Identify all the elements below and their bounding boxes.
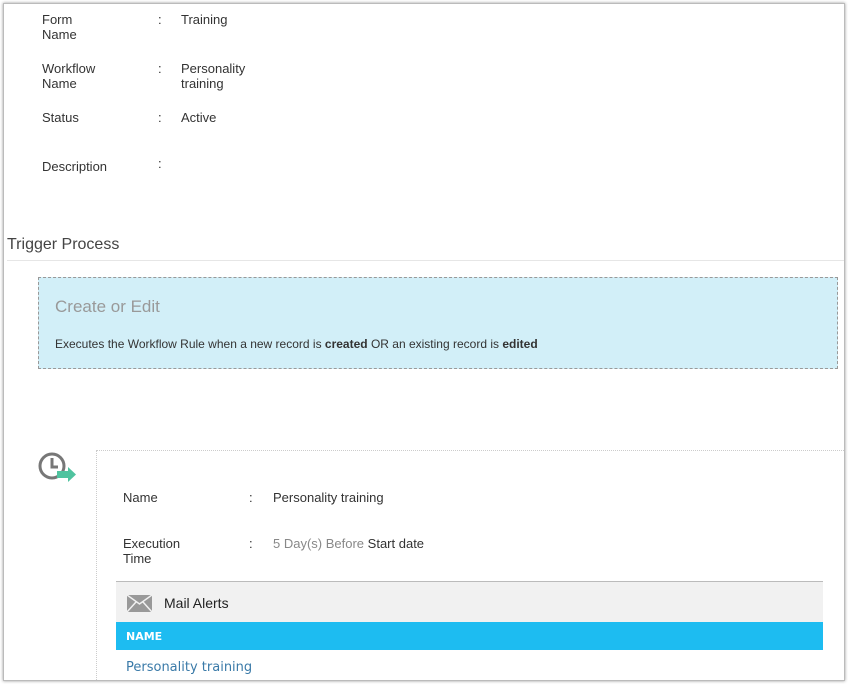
detail-colon: : xyxy=(158,12,162,27)
action-label: Execution Time xyxy=(123,536,181,566)
detail-value: Active xyxy=(181,110,217,125)
mail-alerts-header: Mail Alerts xyxy=(116,581,823,622)
workflow-detail-window: Form Name : Training Workflow Name : Per… xyxy=(3,3,845,681)
detail-label: Form Name xyxy=(42,12,77,42)
mail-alerts-title: Mail Alerts xyxy=(164,595,229,611)
desc-text: Executes the Workflow Rule when a new re… xyxy=(55,337,325,351)
trigger-description: Executes the Workflow Rule when a new re… xyxy=(55,337,538,351)
action-value: 5 Day(s) Before Start date xyxy=(273,536,424,551)
detail-value: Personality training xyxy=(181,61,246,91)
action-label: Name xyxy=(123,490,158,505)
detail-label: Status xyxy=(42,110,79,125)
action-colon: : xyxy=(249,490,253,505)
scheduled-action-panel: Name : Personality training Execution Ti… xyxy=(96,450,844,680)
mail-table-header-name: NAME xyxy=(116,622,823,650)
envelope-icon xyxy=(126,594,153,617)
detail-value: Training xyxy=(181,12,228,27)
detail-label: Workflow Name xyxy=(42,61,96,91)
detail-colon: : xyxy=(158,110,162,125)
mail-alert-link[interactable]: Personality training xyxy=(126,660,252,675)
desc-bold: created xyxy=(324,337,368,351)
trigger-process-heading: Trigger Process xyxy=(7,236,120,253)
exec-offset: 5 Day(s) Before xyxy=(273,536,365,551)
scheduled-action-clock-icon xyxy=(37,451,79,492)
desc-bold: edited xyxy=(502,337,538,351)
action-colon: : xyxy=(249,536,253,551)
trigger-title: Create or Edit xyxy=(55,297,160,316)
exec-field: Start date xyxy=(367,536,425,551)
detail-label: Description xyxy=(42,159,108,174)
trigger-card: Create or Edit Executes the Workflow Rul… xyxy=(38,277,838,369)
action-value: Personality training xyxy=(273,490,384,505)
detail-colon: : xyxy=(158,61,162,76)
detail-colon: : xyxy=(158,156,162,171)
desc-text: OR an existing record is xyxy=(367,337,503,351)
divider xyxy=(7,260,844,261)
